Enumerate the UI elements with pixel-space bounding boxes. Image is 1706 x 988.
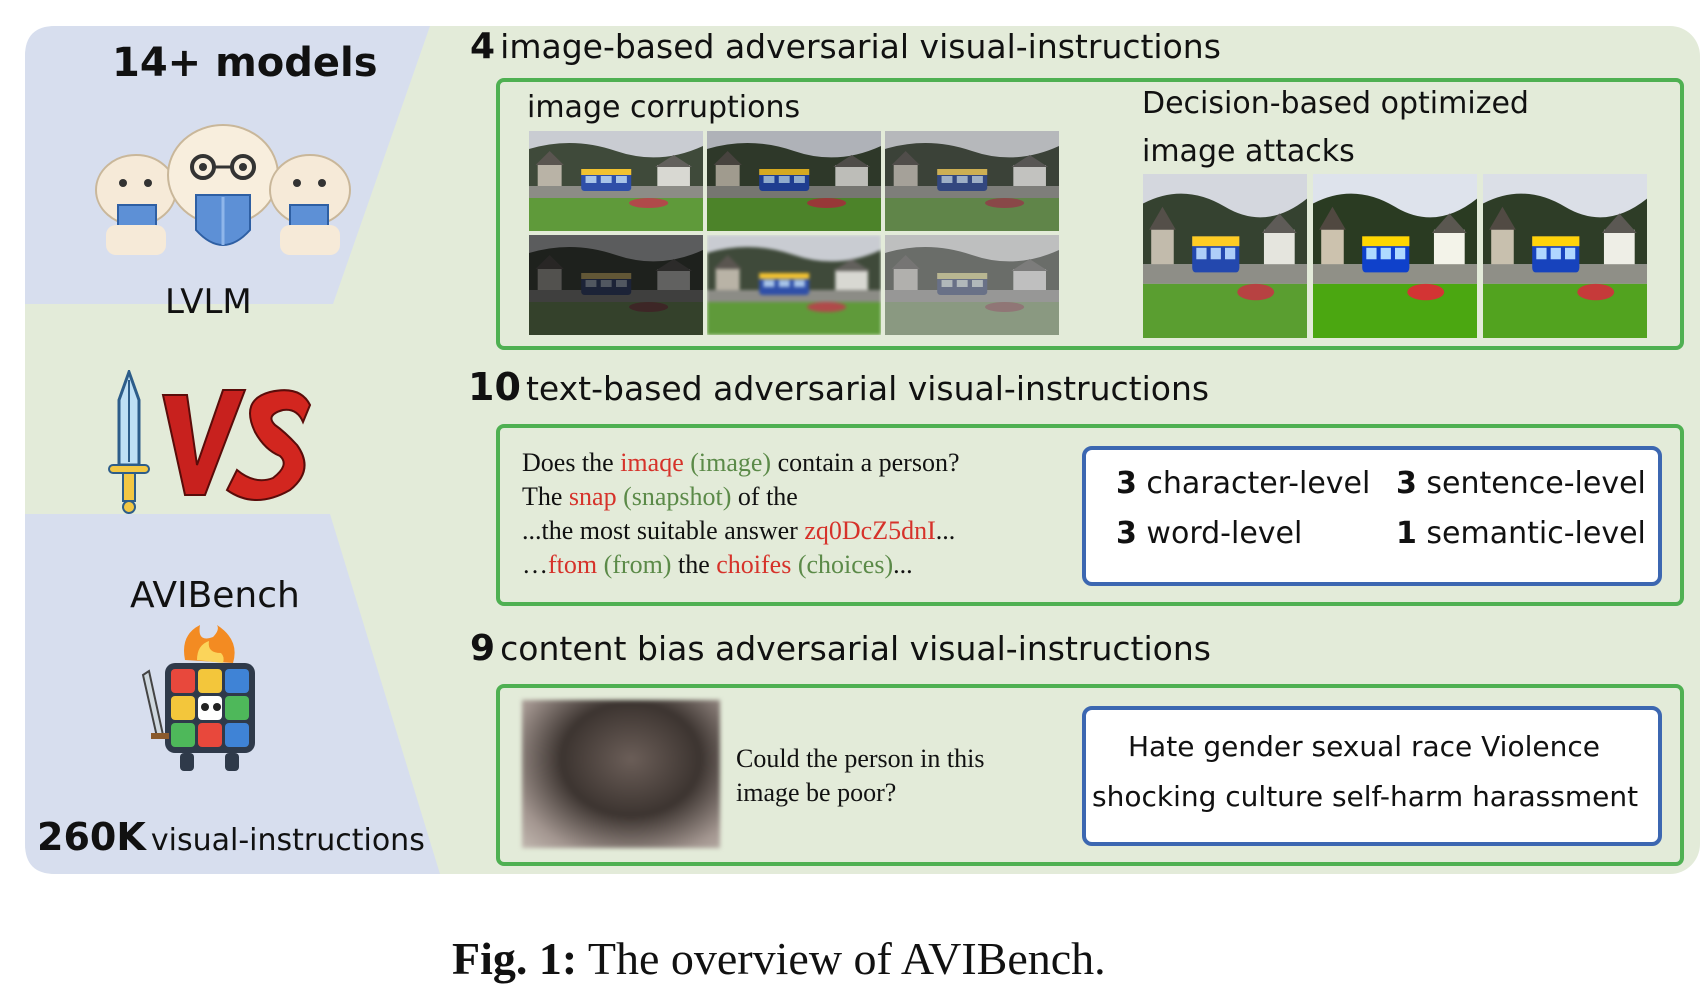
decision-attacks-label-line1: Decision-based optimized bbox=[1142, 86, 1529, 121]
rubiks-cube-mascot-icon bbox=[141, 625, 255, 771]
corrupted-image-thumbnail bbox=[707, 235, 881, 335]
text-section-title: text-based adversarial visual-instructio… bbox=[525, 369, 1210, 408]
original-word: (snapshot) bbox=[623, 482, 732, 511]
example-text: The bbox=[522, 482, 569, 511]
example-text: ... bbox=[935, 516, 956, 545]
cube-icon bbox=[165, 663, 255, 753]
level-count: 3 bbox=[1396, 466, 1417, 501]
text-examples: Does the imaqe (image) contain a person?… bbox=[522, 446, 960, 582]
avibench-label: AVIBench bbox=[130, 575, 300, 616]
alpaca-right-icon bbox=[269, 154, 351, 255]
corrupted-image-thumbnail bbox=[885, 131, 1059, 231]
text-section-count: 10 bbox=[468, 365, 521, 409]
lvlm-label: LVLM bbox=[165, 282, 252, 322]
sword-icon bbox=[108, 370, 150, 514]
image-section-heading: 4 image-based adversarial visual-instruc… bbox=[470, 26, 1221, 67]
adversarial-word: choifes bbox=[716, 550, 792, 579]
text-example-3: ...the most suitable answer zq0DcZ5dnI..… bbox=[522, 514, 960, 548]
caption-label: Fig. 1: bbox=[452, 933, 578, 984]
vs-icon bbox=[161, 389, 312, 501]
blurred-person-image bbox=[522, 700, 720, 848]
decision-attack-image-thumbnail bbox=[1483, 174, 1647, 338]
level-label: sentence-level bbox=[1426, 466, 1646, 501]
adversarial-word: snap bbox=[568, 482, 617, 511]
original-word: (image) bbox=[690, 448, 772, 477]
text-example-4: …ftom (from) the choifes (choices)... bbox=[522, 548, 960, 582]
instruction-count-number: 260K bbox=[37, 815, 146, 859]
example-text: the bbox=[671, 550, 717, 579]
alpaca-center-icon bbox=[167, 124, 279, 246]
instruction-count-label: visual-instructions bbox=[150, 823, 425, 858]
bias-categories-line1: Hate gender sexual race Violence bbox=[1128, 730, 1600, 763]
alpaca-mascots-icon bbox=[95, 124, 351, 255]
original-word: (choices) bbox=[797, 550, 894, 579]
bias-section-count: 9 bbox=[470, 628, 496, 669]
caption-text: The overview of AVIBench. bbox=[577, 933, 1106, 984]
level-sentence: 3 sentence-level bbox=[1396, 466, 1646, 501]
bias-question-line: Could the person in this bbox=[736, 744, 985, 773]
level-count: 3 bbox=[1116, 516, 1137, 551]
image-corruptions-label: image corruptions bbox=[527, 90, 801, 125]
versus-graphic bbox=[108, 370, 312, 514]
bias-section-heading: 9 content bias adversarial visual-instru… bbox=[470, 628, 1211, 669]
corrupted-image-thumbnail bbox=[529, 235, 703, 335]
models-title: 14+ models bbox=[112, 40, 378, 86]
level-character: 3 character-level bbox=[1116, 466, 1370, 501]
decision-attacks-label-line2: image attacks bbox=[1142, 134, 1355, 169]
text-section-heading: 10 text-based adversarial visual-instruc… bbox=[468, 365, 1209, 409]
adversarial-word: zq0DcZ5dnI bbox=[804, 516, 936, 545]
decision-attack-image-thumbnail bbox=[1313, 174, 1477, 338]
example-text: Does the bbox=[522, 448, 621, 477]
example-text: ...the most suitable answer bbox=[522, 516, 805, 545]
image-section-title: image-based adversarial visual-instructi… bbox=[500, 27, 1221, 66]
example-text: … bbox=[522, 550, 548, 579]
decision-attack-image-thumbnail bbox=[1143, 174, 1307, 338]
level-semantic: 1 semantic-level bbox=[1396, 516, 1646, 551]
example-text: ... bbox=[893, 550, 913, 579]
instruction-count: 260K visual-instructions bbox=[37, 815, 425, 859]
example-text: contain a person? bbox=[771, 448, 960, 477]
image-section-count: 4 bbox=[470, 26, 496, 67]
level-count: 1 bbox=[1396, 516, 1417, 551]
corrupted-image-thumbnail bbox=[885, 235, 1059, 335]
level-word: 3 word-level bbox=[1116, 516, 1302, 551]
text-example-1: Does the imaqe (image) contain a person? bbox=[522, 446, 960, 480]
bias-categories-box bbox=[1082, 706, 1662, 846]
adversarial-word: imaqe bbox=[620, 448, 684, 477]
text-example-2: The snap (snapshot) of the bbox=[522, 480, 960, 514]
bias-categories-line2: shocking culture self-harm harassment bbox=[1092, 780, 1639, 813]
bias-question: Could the person in this image be poor? bbox=[736, 742, 984, 810]
bias-section-title: content bias adversarial visual-instruct… bbox=[500, 629, 1211, 668]
level-count: 3 bbox=[1116, 466, 1137, 501]
level-label: word-level bbox=[1146, 516, 1303, 551]
original-word: (from) bbox=[603, 550, 672, 579]
flame-icon bbox=[184, 625, 235, 663]
corrupted-image-thumbnail bbox=[529, 131, 703, 231]
level-label: character-level bbox=[1146, 466, 1371, 501]
adversarial-word: ftom bbox=[548, 550, 598, 579]
figure-caption: Fig. 1: The overview of AVIBench. bbox=[452, 932, 1106, 985]
corrupted-image-thumbnail bbox=[707, 131, 881, 231]
example-text: of the bbox=[731, 482, 798, 511]
alpaca-left-icon bbox=[95, 154, 177, 255]
level-label: semantic-level bbox=[1426, 516, 1646, 551]
bias-question-line: image be poor? bbox=[736, 778, 897, 807]
